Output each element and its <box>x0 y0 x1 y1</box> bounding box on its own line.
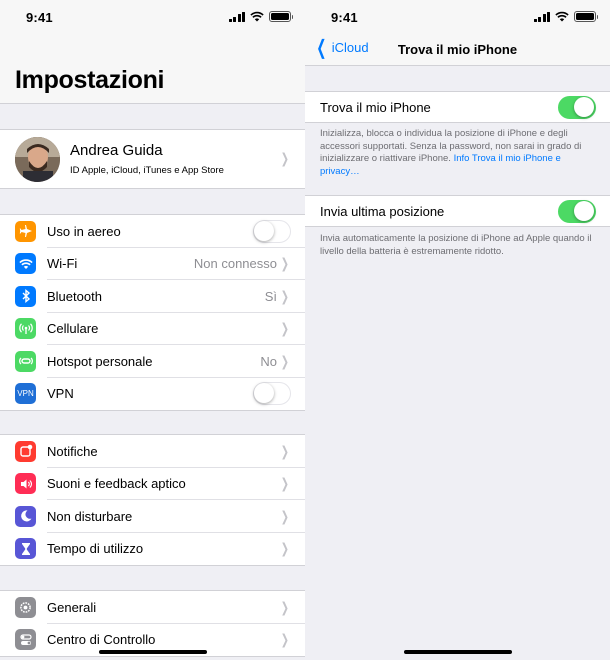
chevron-right-icon: ❯ <box>281 150 290 166</box>
cellular-icon <box>15 318 36 340</box>
navigation-bar: ❮ iCloud Trova il mio iPhone <box>305 34 610 66</box>
chevron-right-icon: ❯ <box>281 540 290 557</box>
battery-icon <box>269 11 293 22</box>
row-label: Notifiche <box>47 443 98 459</box>
settings-screen: 9:41 Impostazioni Andrea Guida ID Apple,… <box>0 0 305 660</box>
send-last-location-toggle[interactable] <box>558 199 596 223</box>
row-general[interactable]: Generali ❯ <box>0 591 305 624</box>
cellular-signal-icon <box>228 11 245 22</box>
row-value: Sì <box>264 288 277 304</box>
row-label: Uso in aereo <box>47 223 121 239</box>
row-label: Tempo di utilizzo <box>47 541 144 557</box>
row-label: Bluetooth <box>47 288 102 304</box>
row-label: Generali <box>47 599 97 615</box>
row-label: Wi-Fi <box>47 256 78 272</box>
chevron-right-icon: ❯ <box>281 287 290 304</box>
apple-id-profile-row[interactable]: Andrea Guida ID Apple, iCloud, iTunes e … <box>0 129 305 189</box>
status-bar: 9:41 <box>305 0 610 34</box>
status-bar: 9:41 <box>0 0 305 34</box>
row-wifi[interactable]: Wi-Fi Non connesso ❯ <box>0 248 305 280</box>
home-indicator[interactable] <box>98 650 207 654</box>
status-time: 9:41 <box>331 10 358 25</box>
row-label: Trova il mio iPhone <box>320 100 431 115</box>
home-indicator[interactable] <box>403 650 512 654</box>
wifi-status-icon <box>555 11 569 22</box>
row-value: Non connesso <box>193 256 277 272</box>
row-personal-hotspot[interactable]: Hotspot personale No ❯ <box>0 345 305 378</box>
row-send-last-location[interactable]: Invia ultima posizione <box>305 195 610 227</box>
row-notifications[interactable]: Notifiche ❯ <box>0 435 305 468</box>
gear-icon <box>15 596 36 618</box>
sounds-icon <box>15 473 36 495</box>
row-label: Non disturbare <box>47 508 133 524</box>
chevron-right-icon: ❯ <box>281 352 290 369</box>
connectivity-group: Uso in aereo Wi-Fi Non connesso ❯ Blueto… <box>0 214 305 411</box>
bluetooth-icon <box>15 285 36 307</box>
header: Impostazioni <box>0 34 305 104</box>
row-screen-time[interactable]: Tempo di utilizzo ❯ <box>0 533 305 566</box>
moon-icon <box>15 505 36 527</box>
status-icons <box>228 11 293 22</box>
find-my-iphone-toggle[interactable] <box>558 95 596 119</box>
send-last-location-description: Invia automaticamente la posizione di iP… <box>320 233 592 257</box>
row-label: Invia ultima posizione <box>320 204 445 219</box>
chevron-right-icon: ❯ <box>281 442 290 459</box>
status-icons <box>533 11 598 22</box>
row-cellular[interactable]: Cellulare ❯ <box>0 313 305 345</box>
status-time: 9:41 <box>26 10 53 25</box>
notifications-group: Notifiche ❯ Suoni e feedback aptico ❯ No… <box>0 434 305 566</box>
vpn-toggle[interactable] <box>253 382 291 406</box>
row-value: No <box>260 353 277 369</box>
row-label: Hotspot personale <box>47 353 153 369</box>
wifi-status-icon <box>250 11 264 22</box>
profile-name: Andrea Guida <box>70 142 163 159</box>
profile-subtitle: ID Apple, iCloud, iTunes e App Store <box>70 165 224 176</box>
chevron-right-icon: ❯ <box>281 255 290 272</box>
page-title: Impostazioni <box>15 66 165 94</box>
vpn-icon: VPN <box>15 383 36 405</box>
screenshot-root: 9:41 Impostazioni Andrea Guida ID Apple,… <box>0 0 610 660</box>
row-sounds[interactable]: Suoni e feedback aptico ❯ <box>0 468 305 500</box>
find-my-iphone-description: Inizializza, blocca o individua la posiz… <box>320 128 595 178</box>
airplane-icon <box>15 220 36 242</box>
chevron-right-icon: ❯ <box>281 475 290 492</box>
avatar <box>15 137 60 182</box>
chevron-right-icon: ❯ <box>281 507 290 524</box>
row-bluetooth[interactable]: Bluetooth Sì ❯ <box>0 280 305 313</box>
row-airplane-mode[interactable]: Uso in aereo <box>0 215 305 248</box>
chevron-right-icon: ❯ <box>281 320 290 337</box>
battery-icon <box>574 11 598 22</box>
hotspot-icon <box>15 350 36 372</box>
row-vpn[interactable]: VPN VPN <box>0 378 305 411</box>
airplane-mode-toggle[interactable] <box>253 219 291 243</box>
cellular-signal-icon <box>533 11 550 22</box>
nav-title: Trova il mio iPhone <box>397 42 518 57</box>
row-do-not-disturb[interactable]: Non disturbare ❯ <box>0 500 305 533</box>
row-label: Centro di Controllo <box>47 632 156 648</box>
row-label: Cellulare <box>47 321 99 337</box>
notifications-icon <box>15 440 36 462</box>
chevron-right-icon: ❯ <box>281 631 290 648</box>
row-find-my-iphone[interactable]: Trova il mio iPhone <box>305 91 610 123</box>
chevron-right-icon: ❯ <box>281 598 290 615</box>
row-label: Suoni e feedback aptico <box>47 476 186 492</box>
find-my-iphone-screen: 9:41 ❮ iCloud Trova il mio iPhone Trova … <box>305 0 610 660</box>
hourglass-icon <box>15 538 36 560</box>
wifi-icon <box>15 253 36 275</box>
general-group: Generali ❯ Centro di Controllo ❯ <box>0 590 305 657</box>
row-label: VPN <box>47 386 74 402</box>
control-center-icon <box>15 629 36 651</box>
